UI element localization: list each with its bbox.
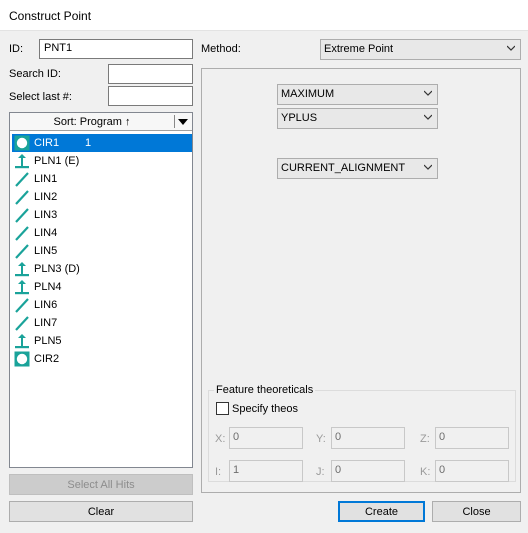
- k-label: K:: [420, 466, 431, 478]
- list-item-name: LIN3: [34, 209, 58, 221]
- close-button[interactable]: Close: [432, 501, 521, 522]
- y-label: Y:: [316, 433, 326, 445]
- sort-divider: [174, 115, 175, 128]
- list-item[interactable]: PLN3 (D): [12, 260, 192, 278]
- search-id-label: Search ID:: [9, 68, 61, 80]
- line-icon: [14, 315, 30, 331]
- x-input[interactable]: 0: [229, 427, 303, 449]
- list-item-name: LIN1: [34, 173, 58, 185]
- line-icon: [14, 189, 30, 205]
- sort-dropdown-icon[interactable]: [178, 118, 188, 126]
- list-item-name: LIN2: [34, 191, 58, 203]
- method-select[interactable]: Extreme Point: [320, 39, 521, 60]
- plane-icon: [14, 261, 30, 277]
- list-item[interactable]: LIN7: [12, 314, 192, 332]
- line-icon: [14, 171, 30, 187]
- line-icon: [14, 297, 30, 313]
- line-icon: [14, 243, 30, 259]
- z-input[interactable]: 0: [435, 427, 509, 449]
- k-input[interactable]: 0: [435, 460, 509, 482]
- y-input[interactable]: 0: [331, 427, 405, 449]
- method-value: Extreme Point: [324, 43, 394, 55]
- list-item-name: LIN6: [34, 299, 58, 311]
- method-label: Method:: [201, 43, 241, 55]
- z-label: Z:: [420, 433, 430, 445]
- list-item[interactable]: PLN5: [12, 332, 192, 350]
- list-item-name: LIN4: [34, 227, 58, 239]
- sort-label: Sort: Program ↑: [53, 116, 131, 128]
- list-item-count: 1: [85, 137, 92, 149]
- list-item[interactable]: LIN3: [12, 206, 192, 224]
- extreme-type-select[interactable]: MAXIMUM: [277, 84, 438, 105]
- feature-list[interactable]: Sort: Program ↑ CIR1 1 PLN1 (E) LIN1 LIN2 LIN…: [9, 112, 193, 468]
- line-icon: [14, 225, 30, 241]
- direction-select[interactable]: YPLUS: [277, 108, 438, 129]
- list-item[interactable]: PLN1 (E): [12, 152, 192, 170]
- i-label: I:: [215, 466, 222, 478]
- j-input[interactable]: 0: [331, 460, 405, 482]
- window-title: Construct Point: [9, 9, 92, 23]
- extreme-type-value: MAXIMUM: [281, 88, 335, 100]
- list-item-name: LIN7: [34, 317, 58, 329]
- list-item-name: PLN4: [34, 281, 62, 293]
- i-input[interactable]: 1: [229, 460, 303, 482]
- chevron-down-icon: [424, 90, 432, 96]
- title-bar: Construct Point: [0, 0, 528, 31]
- specify-theos-label: Specify theos: [232, 403, 299, 415]
- list-item[interactable]: PLN4: [12, 278, 192, 296]
- search-id-input[interactable]: [108, 64, 193, 84]
- select-last-label: Select last #:: [9, 91, 72, 103]
- clear-button[interactable]: Clear: [9, 501, 193, 522]
- create-button[interactable]: Create: [338, 501, 425, 522]
- alignment-value: CURRENT_ALIGNMENT: [281, 162, 406, 174]
- list-item-name: PLN5: [34, 335, 62, 347]
- list-item[interactable]: CIR1 1: [12, 134, 192, 152]
- feature-theoreticals-title: Feature theoreticals: [214, 384, 316, 396]
- list-item-name: CIR1: [34, 137, 60, 149]
- select-last-input[interactable]: [108, 86, 193, 106]
- list-item[interactable]: LIN6: [12, 296, 192, 314]
- list-item[interactable]: LIN5: [12, 242, 192, 260]
- direction-value: YPLUS: [281, 112, 318, 124]
- list-item-name: PLN1 (E): [34, 155, 80, 167]
- plane-icon: [14, 153, 30, 169]
- circle-icon: [14, 135, 30, 151]
- list-item[interactable]: CIR2: [12, 350, 192, 368]
- chevron-down-icon: [424, 114, 432, 120]
- plane-icon: [14, 279, 30, 295]
- plane-icon: [14, 333, 30, 349]
- circle-icon: [14, 351, 30, 367]
- list-item[interactable]: LIN2: [12, 188, 192, 206]
- sort-bar[interactable]: Sort: Program ↑: [10, 113, 192, 131]
- list-item-name: LIN5: [34, 245, 58, 257]
- alignment-select[interactable]: CURRENT_ALIGNMENT: [277, 158, 438, 179]
- chevron-down-icon: [424, 164, 432, 170]
- list-item-name: PLN3 (D): [34, 263, 80, 275]
- x-label: X:: [215, 433, 226, 445]
- specify-theos-checkbox[interactable]: [216, 402, 229, 415]
- list-item[interactable]: LIN1: [12, 170, 192, 188]
- id-label: ID:: [9, 43, 24, 55]
- list-item[interactable]: LIN4: [12, 224, 192, 242]
- j-label: J:: [316, 466, 325, 478]
- line-icon: [14, 207, 30, 223]
- select-all-hits-button[interactable]: Select All Hits: [9, 474, 193, 495]
- id-input[interactable]: PNT1: [39, 39, 193, 59]
- list-item-name: CIR2: [34, 353, 60, 365]
- chevron-down-icon: [507, 45, 515, 51]
